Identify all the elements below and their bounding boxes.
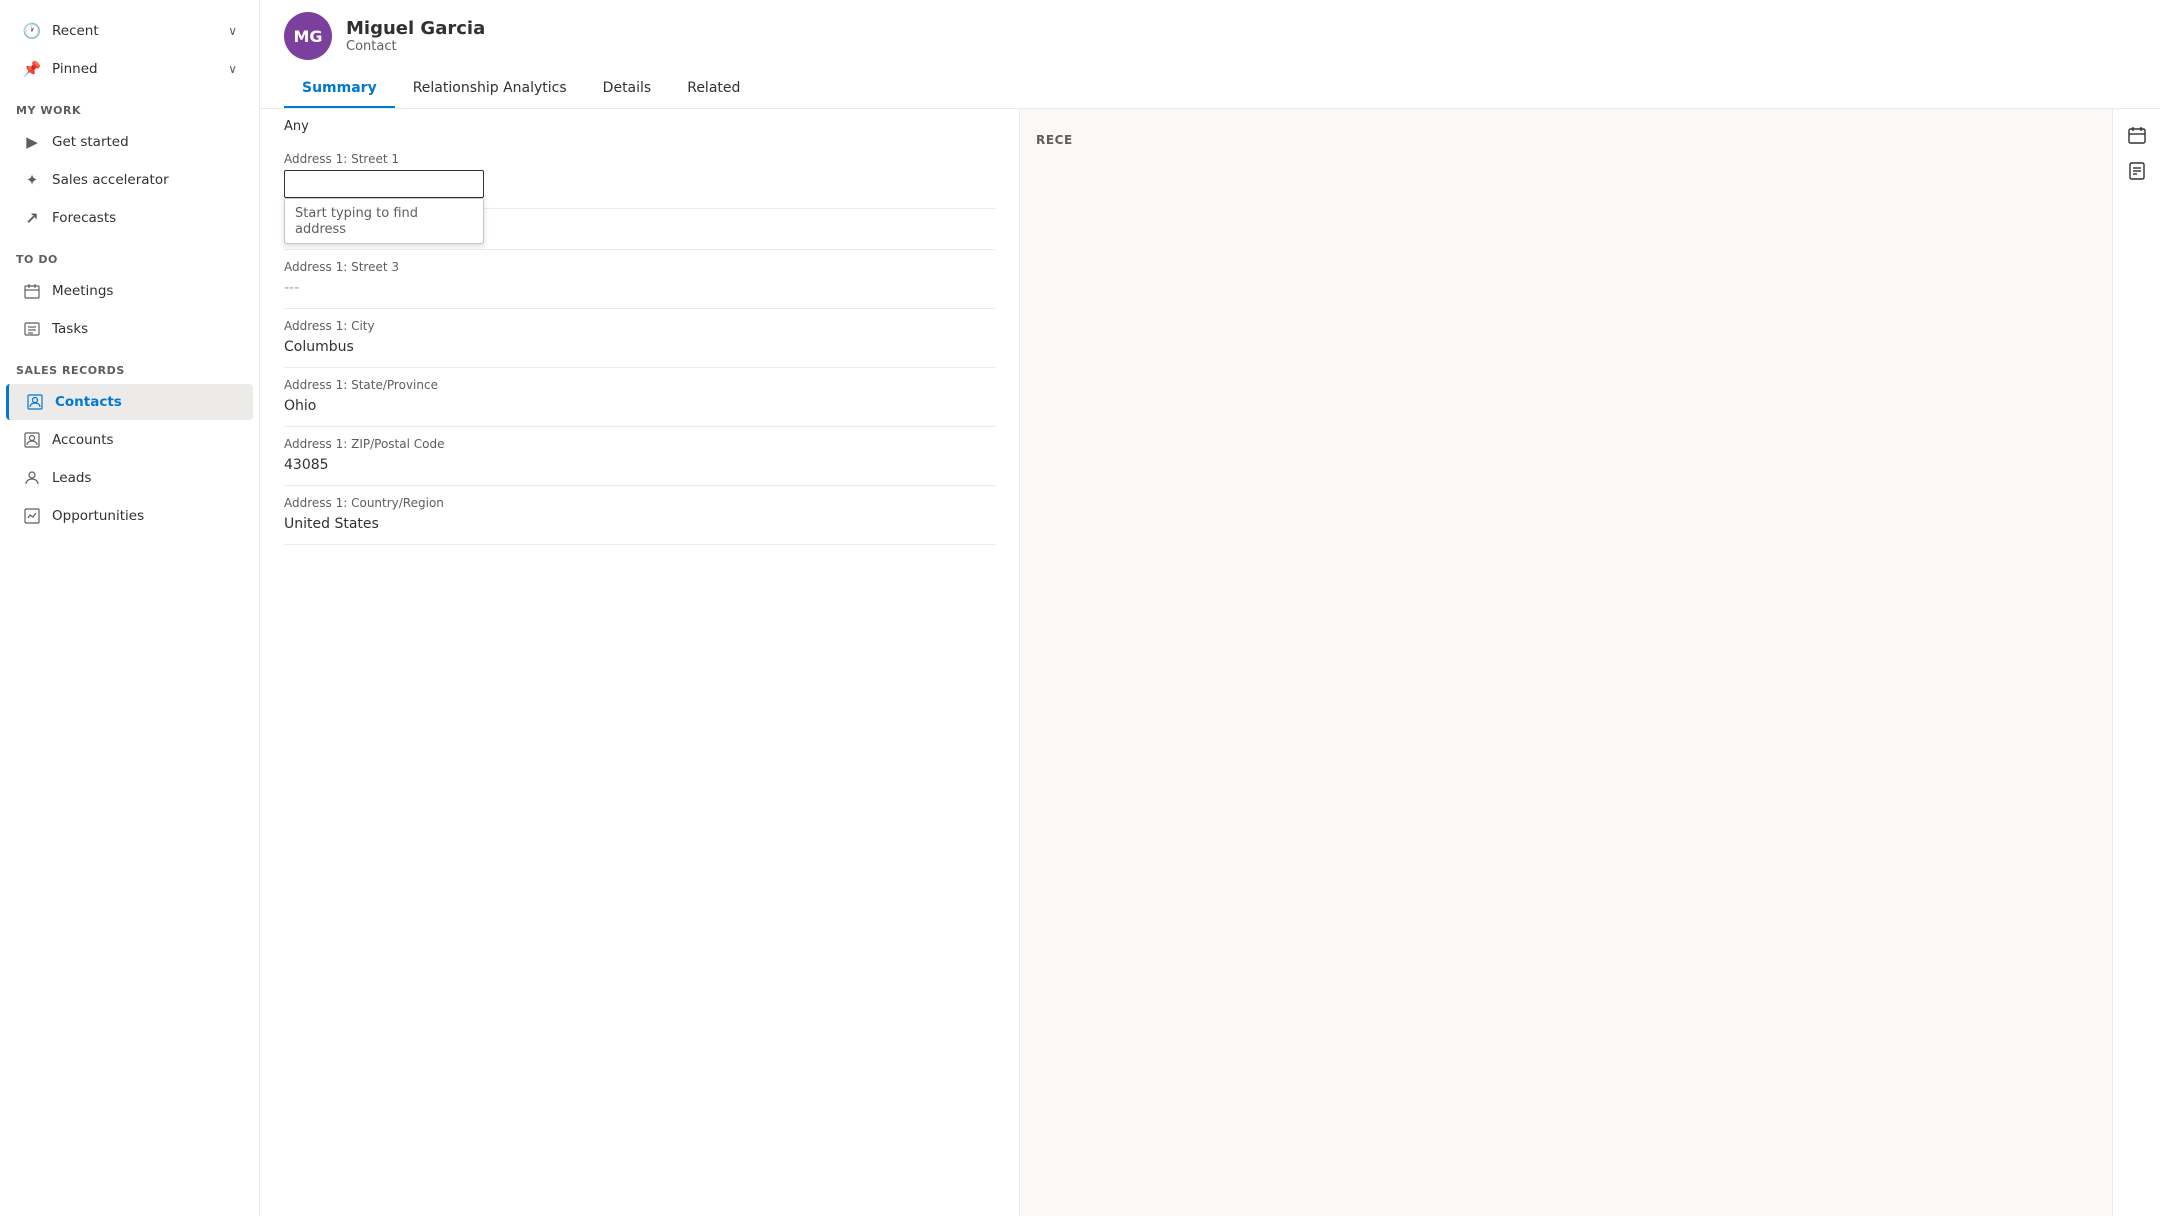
field-label-address1-zip: Address 1: ZIP/Postal Code <box>284 437 995 451</box>
sidebar-item-meetings-label: Meetings <box>52 283 113 299</box>
field-address1-city: Address 1: City Columbus <box>284 309 995 368</box>
tab-summary[interactable]: Summary <box>284 70 395 108</box>
field-address1-street3: Address 1: Street 3 --- <box>284 250 995 309</box>
field-label-address1-state: Address 1: State/Province <box>284 378 995 392</box>
sidebar-item-leads-label: Leads <box>52 470 91 486</box>
sidebar-item-recent[interactable]: 🕐 Recent ∨ <box>6 13 253 49</box>
sidebar-item-pinned[interactable]: 📌 Pinned ∨ <box>6 51 253 87</box>
sidebar-item-forecasts-label: Forecasts <box>52 210 116 226</box>
address1-country-value: United States <box>284 514 995 534</box>
main-content: MG Miguel Garcia Contact Summary Relatio… <box>260 0 2160 1216</box>
contact-type: Contact <box>346 39 485 54</box>
contact-header: MG Miguel Garcia Contact <box>284 12 2136 60</box>
page-header: MG Miguel Garcia Contact Summary Relatio… <box>260 0 2160 109</box>
sidebar-item-meetings[interactable]: Meetings <box>6 273 253 309</box>
any-label: Any <box>284 109 995 142</box>
contact-name: Miguel Garcia <box>346 18 485 39</box>
tasks-icon <box>22 319 42 339</box>
sidebar-item-tasks-label: Tasks <box>52 321 88 337</box>
sidebar-item-pinned-label: Pinned <box>52 61 98 77</box>
sidebar-section-sales-records: Sales records <box>0 348 259 383</box>
address1-street3-value: --- <box>284 278 995 298</box>
sidebar-item-opportunities-label: Opportunities <box>52 508 144 524</box>
sidebar-section-todo: To do <box>0 237 259 272</box>
field-address1-zip: Address 1: ZIP/Postal Code 43085 <box>284 427 995 486</box>
avatar: MG <box>284 12 332 60</box>
sidebar-item-get-started-label: Get started <box>52 134 129 150</box>
field-label-address1-street1: Address 1: Street 1 <box>284 152 995 166</box>
forecasts-icon: ↗ <box>22 208 42 228</box>
sales-accelerator-icon: ✦ <box>22 170 42 190</box>
calendar-icon-button[interactable] <box>2119 117 2155 153</box>
tab-bar: Summary Relationship Analytics Details R… <box>284 70 2136 108</box>
note-icon-button[interactable] <box>2119 153 2155 189</box>
field-label-address1-country: Address 1: Country/Region <box>284 496 995 510</box>
leads-icon <box>22 468 42 488</box>
accounts-icon <box>22 430 42 450</box>
sidebar-item-opportunities[interactable]: Opportunities <box>6 498 253 534</box>
address-autocomplete-dropdown: Start typing to find address <box>284 198 484 244</box>
contacts-icon <box>25 392 45 412</box>
field-input-wrapper-street1: Start typing to find address <box>284 170 995 198</box>
right-panel: RECE <box>1020 109 2112 1216</box>
field-label-address1-city: Address 1: City <box>284 319 995 333</box>
sidebar-item-recent-label: Recent <box>52 23 99 39</box>
sidebar-section-mywork: My work <box>0 88 259 123</box>
field-address1-country: Address 1: Country/Region United States <box>284 486 995 545</box>
field-address1-state: Address 1: State/Province Ohio <box>284 368 995 427</box>
panel-right-narrow <box>2112 109 2160 1216</box>
sidebar-item-contacts[interactable]: Contacts <box>6 384 253 420</box>
form-panel: Any Address 1: Street 1 Start typing to … <box>260 109 1020 1216</box>
tab-relationship-analytics[interactable]: Relationship Analytics <box>395 70 585 108</box>
get-started-icon: ▶ <box>22 132 42 152</box>
sidebar-item-sales-accelerator-label: Sales accelerator <box>52 172 169 188</box>
field-address1-street1: Address 1: Street 1 Start typing to find… <box>284 142 995 209</box>
sidebar-item-accounts[interactable]: Accounts <box>6 422 253 458</box>
address1-city-value: Columbus <box>284 337 995 357</box>
address1-state-value: Ohio <box>284 396 995 416</box>
sidebar-item-accounts-label: Accounts <box>52 432 114 448</box>
chevron-down-icon: ∨ <box>228 24 237 38</box>
content-area: Any Address 1: Street 1 Start typing to … <box>260 109 2160 1216</box>
opportunities-icon <box>22 506 42 526</box>
pinned-icon: 📌 <box>22 59 42 79</box>
sidebar: 🕐 Recent ∨ 📌 Pinned ∨ My work ▶ Get star… <box>0 0 260 1216</box>
contact-info: Miguel Garcia Contact <box>346 18 485 54</box>
tab-related[interactable]: Related <box>669 70 758 108</box>
sidebar-item-contacts-label: Contacts <box>55 394 122 410</box>
address1-street1-input[interactable] <box>284 170 484 198</box>
sidebar-item-sales-accelerator[interactable]: ✦ Sales accelerator <box>6 162 253 198</box>
sidebar-item-get-started[interactable]: ▶ Get started <box>6 124 253 160</box>
tab-details[interactable]: Details <box>585 70 670 108</box>
field-label-address1-street3: Address 1: Street 3 <box>284 260 995 274</box>
meetings-icon <box>22 281 42 301</box>
sidebar-item-forecasts[interactable]: ↗ Forecasts <box>6 200 253 236</box>
sidebar-item-leads[interactable]: Leads <box>6 460 253 496</box>
recent-section-label: RECE <box>1036 125 2096 155</box>
recent-icon: 🕐 <box>22 21 42 41</box>
sidebar-item-tasks[interactable]: Tasks <box>6 311 253 347</box>
address1-zip-value: 43085 <box>284 455 995 475</box>
autocomplete-hint: Start typing to find address <box>295 206 418 237</box>
chevron-down-icon: ∨ <box>228 62 237 76</box>
